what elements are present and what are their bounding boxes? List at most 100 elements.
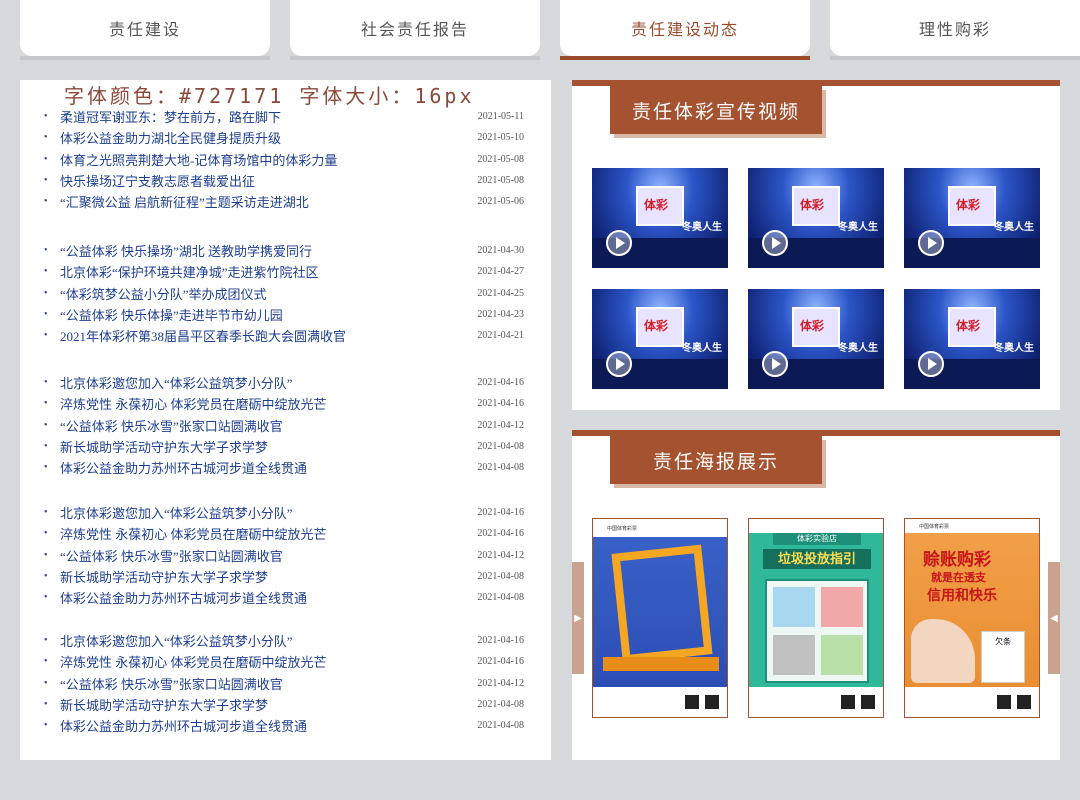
play-icon[interactable] [762, 230, 788, 256]
bullet-icon: • [44, 571, 48, 583]
news-title[interactable]: 体彩公益金助力苏州环古城河步道全线贯通 [60, 716, 464, 735]
stage-logo: 体彩 [956, 198, 981, 212]
bullet-icon: • [44, 377, 48, 389]
news-title[interactable]: 体育之光照亮荆楚大地-记体育场馆中的体彩力量 [60, 150, 464, 169]
news-item[interactable]: • 淬炼党性 永葆初心 体彩党员在磨砺中绽放光芒 2021-04-16 [44, 651, 524, 672]
news-title[interactable]: “公益体彩 快乐操场”湖北 送教助学携爱同行 [60, 241, 464, 260]
news-item[interactable]: • 体彩公益金助力苏州环古城河步道全线贯通 2021-04-08 [44, 587, 524, 608]
news-item[interactable]: • “体彩筑梦公益小分队”举办成团仪式 2021-04-25 [44, 283, 524, 304]
news-item[interactable]: • 北京体彩邀您加入“体彩公益筑梦小分队” 2021-04-16 [44, 372, 524, 393]
news-panel: 字体颜色：#727171 字体大小：16px • 柔道冠军谢亚东：梦在前方，路在脚… [20, 80, 551, 760]
stage-side-text: 冬奥人生 [838, 222, 878, 233]
news-date: 2021-04-21 [477, 330, 524, 342]
news-date: 2021-04-16 [477, 528, 524, 540]
news-date: 2021-04-08 [477, 699, 524, 711]
poster-hand [911, 619, 975, 683]
news-date: 2021-05-11 [477, 111, 524, 123]
news-title[interactable]: 2021年体彩杯第38届昌平区春季长跑大会圆满收官 [60, 326, 464, 345]
tab-social-report[interactable]: 社会责任报告 [270, 0, 540, 60]
news-item[interactable]: • “公益体彩 快乐体操”走进毕节市幼儿园 2021-04-23 [44, 304, 524, 325]
news-item[interactable]: • 淬炼党性 永葆初心 体彩党员在磨砺中绽放光芒 2021-04-16 [44, 393, 524, 414]
bullet-icon: • [44, 549, 48, 561]
news-title[interactable]: 淬炼党性 永葆初心 体彩党员在磨砺中绽放光芒 [60, 394, 464, 413]
arrow-right-icon[interactable]: ◀ [1048, 562, 1060, 674]
video-thumbnail[interactable]: 体彩冬奥人生 [748, 168, 884, 268]
news-group: • 北京体彩邀您加入“体彩公益筑梦小分队” 2021-04-16 • 淬炼党性 永葆初心… [44, 630, 524, 736]
play-icon[interactable] [918, 230, 944, 256]
bullet-icon: • [44, 175, 48, 187]
video-thumbnail[interactable]: 体彩 冬奥人生 [592, 168, 728, 268]
news-date: 2021-04-23 [477, 309, 524, 321]
news-title[interactable]: “公益体彩 快乐体操”走进毕节市幼儿园 [60, 305, 464, 324]
news-title[interactable]: “公益体彩 快乐冰雪”张家口站圆满收官 [60, 674, 464, 693]
video-thumbnail[interactable]: 体彩 冬奥人生 [904, 168, 1040, 268]
news-item[interactable]: • 体育之光照亮荆楚大地-记体育场馆中的体彩力量 2021-05-08 [44, 149, 524, 170]
news-date: 2021-04-25 [477, 287, 524, 299]
news-item[interactable]: • 体彩公益金助力苏州环古城河步道全线贯通 2021-04-08 [44, 715, 524, 736]
news-title[interactable]: 北京体彩邀您加入“体彩公益筑梦小分队” [60, 631, 464, 650]
news-title[interactable]: 体彩公益金助力苏州环古城河步道全线贯通 [60, 588, 464, 607]
news-title[interactable]: 快乐操场辽宁支教志愿者载爱出征 [60, 171, 464, 190]
arrow-left-icon[interactable]: ▶ [572, 562, 584, 674]
tab-responsibility-news[interactable]: 责任建设动态 [540, 0, 810, 60]
news-item[interactable]: • 新长城助学活动守护东大学子求学梦 2021-04-08 [44, 436, 524, 457]
news-title[interactable]: 体彩公益金助力湖北全民健身提质升级 [60, 128, 464, 147]
news-title[interactable]: 新长城助学活动守护东大学子求学梦 [60, 695, 464, 714]
news-date: 2021-04-12 [477, 549, 524, 561]
poster-footer [905, 687, 1039, 717]
news-title[interactable]: 新长城助学活动守护东大学子求学梦 [60, 567, 464, 586]
news-item[interactable]: • 体彩公益金助力苏州环古城河步道全线贯通 2021-04-08 [44, 457, 524, 478]
news-item[interactable]: • 新长城助学活动守护东大学子求学梦 2021-04-08 [44, 694, 524, 715]
news-item[interactable]: • “汇聚微公益 启航新征程”主题采访走进湖北 2021-05-06 [44, 191, 524, 212]
bullet-icon: • [44, 245, 48, 257]
video-thumbnail[interactable]: 体彩 冬奥人生 [748, 289, 884, 389]
news-item[interactable]: • “公益体彩 快乐冰雪”张家口站圆满收官 2021-04-12 [44, 415, 524, 436]
qr-code [841, 695, 855, 709]
news-title[interactable]: “公益体彩 快乐冰雪”张家口站圆满收官 [60, 546, 464, 565]
news-item[interactable]: • 柔道冠军谢亚东：梦在前方，路在脚下 2021-05-11 [44, 106, 524, 127]
news-title[interactable]: 新长城助学活动守护东大学子求学梦 [60, 437, 464, 456]
stage-logo: 体彩 [800, 198, 825, 212]
news-item[interactable]: • 淬炼党性 永葆初心 体彩党员在磨砺中绽放光芒 2021-04-16 [44, 523, 524, 544]
news-title[interactable]: “体彩筑梦公益小分队”举办成团仪式 [60, 284, 464, 303]
news-title[interactable]: 北京体彩邀您加入“体彩公益筑梦小分队” [60, 373, 464, 392]
news-item[interactable]: • 北京体彩邀您加入“体彩公益筑梦小分队” 2021-04-16 [44, 630, 524, 651]
video-thumbnail[interactable]: 体彩 冬奥人生 [904, 289, 1040, 389]
news-title[interactable]: 北京体彩“保护环境共建净城”走进紫竹院社区 [60, 262, 464, 281]
bullet-icon: • [44, 309, 48, 321]
news-item[interactable]: • “公益体彩 快乐冰雪”张家口站圆满收官 2021-04-12 [44, 673, 524, 694]
news-title[interactable]: “汇聚微公益 启航新征程”主题采访走进湖北 [60, 192, 464, 211]
news-item[interactable]: • 北京体彩邀您加入“体彩公益筑梦小分队” 2021-04-16 [44, 502, 524, 523]
news-title[interactable]: “公益体彩 快乐冰雪”张家口站圆满收官 [60, 416, 464, 435]
play-icon[interactable] [606, 351, 632, 377]
news-title[interactable]: 柔道冠军谢亚东：梦在前方，路在脚下 [60, 107, 464, 126]
tab-label: 理性购彩 [918, 22, 991, 39]
tab-responsibility[interactable]: 责任建设 [0, 0, 270, 60]
news-item[interactable]: • “公益体彩 快乐操场”湖北 送教助学携爱同行 2021-04-30 [44, 240, 524, 261]
stage-side-text: 冬奥人生 [838, 343, 878, 354]
news-item[interactable]: • 北京体彩“保护环境共建净城”走进紫竹院社区 2021-04-27 [44, 261, 524, 282]
news-title[interactable]: 淬炼党性 永葆初心 体彩党员在磨砺中绽放光芒 [60, 652, 464, 671]
play-icon[interactable] [762, 351, 788, 377]
news-item[interactable]: • “公益体彩 快乐冰雪”张家口站圆满收官 2021-04-12 [44, 545, 524, 566]
bullet-icon: • [44, 196, 48, 208]
news-item[interactable]: • 快乐操场辽宁支教志愿者载爱出征 2021-05-08 [44, 170, 524, 191]
tab-rational-lottery[interactable]: 理性购彩 [810, 0, 1080, 60]
news-item[interactable]: • 2021年体彩杯第38届昌平区春季长跑大会圆满收官 2021-04-21 [44, 325, 524, 346]
bullet-icon: • [44, 153, 48, 165]
news-item[interactable]: • 体彩公益金助力湖北全民健身提质升级 2021-05-10 [44, 127, 524, 148]
poster-blue[interactable]: 中国体育彩票 [592, 518, 728, 718]
news-title[interactable]: 北京体彩邀您加入“体彩公益筑梦小分队” [60, 503, 464, 522]
play-icon[interactable] [918, 351, 944, 377]
qr-code [705, 695, 719, 709]
news-item[interactable]: • 新长城助学活动守护东大学子求学梦 2021-04-08 [44, 566, 524, 587]
poster-orange[interactable]: 中国体育彩票 赊账购彩 就是在透支 信用和快乐 欠条 [904, 518, 1040, 718]
bullet-icon: • [44, 528, 48, 540]
poster-green[interactable]: 体彩实验店 垃圾投放指引 [748, 518, 884, 718]
news-title[interactable]: 体彩公益金助力苏州环古城河步道全线贯通 [60, 458, 464, 477]
news-date: 2021-04-12 [477, 419, 524, 431]
poster-banner [603, 657, 719, 671]
play-icon[interactable] [606, 230, 632, 256]
video-thumbnail[interactable]: 体彩 冬奥人生 [592, 289, 728, 389]
news-title[interactable]: 淬炼党性 永葆初心 体彩党员在磨砺中绽放光芒 [60, 524, 464, 543]
